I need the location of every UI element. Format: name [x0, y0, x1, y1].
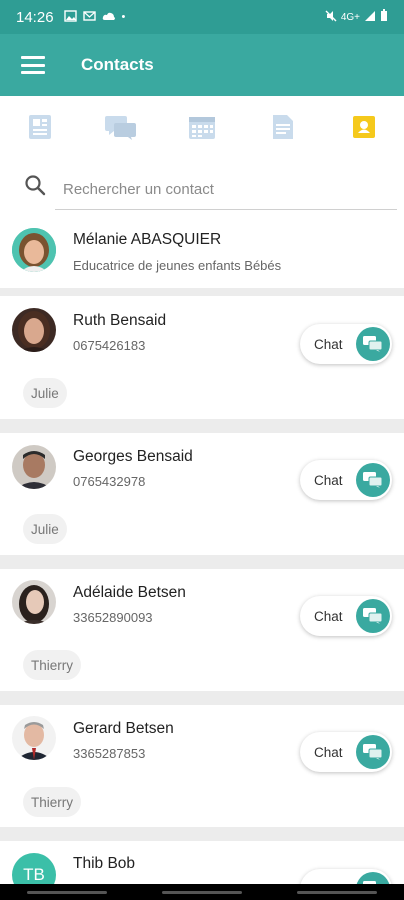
chat-bubble-icon — [356, 327, 390, 361]
battery-icon — [380, 9, 388, 25]
status-time: 14:26 — [16, 8, 54, 26]
contact-card[interactable]: Adélaide Betsen 33652890093 Chat Thierry — [0, 569, 404, 691]
avatar — [12, 580, 56, 624]
chat-button-label: Chat — [314, 472, 343, 488]
contacts-icon[interactable] — [344, 109, 384, 145]
cloud-icon — [102, 10, 116, 25]
section-nav — [0, 96, 404, 158]
document-icon[interactable] — [263, 109, 303, 145]
contact-name: Adélaide Betsen — [73, 584, 186, 601]
tag-badge: Julie — [23, 378, 67, 408]
contact-name: Thib Bob — [73, 855, 136, 872]
nav-back[interactable] — [296, 890, 377, 894]
search-bar — [0, 158, 404, 214]
avatar — [12, 445, 56, 489]
contact-name: Georges Bensaid — [73, 448, 193, 465]
chat-button-label: Chat — [314, 336, 343, 352]
contact-card[interactable]: Georges Bensaid 0765432978 Chat Julie — [0, 433, 404, 555]
chat-button[interactable] — [300, 869, 392, 884]
network-type-label: 4G+ — [340, 11, 360, 23]
search-icon — [24, 174, 46, 201]
contact-card[interactable]: TB Thib Bob — [0, 841, 404, 884]
contact-card[interactable]: Mélanie ABASQUIER Educatrice de jeunes e… — [0, 214, 404, 288]
nav-recents[interactable] — [27, 890, 108, 894]
contact-name: Mélanie ABASQUIER — [73, 231, 222, 248]
dashboard-icon[interactable] — [20, 109, 60, 145]
contact-phone: 3365287853 — [73, 746, 146, 761]
chat-bubble-icon — [356, 735, 390, 769]
contact-phone: 33652890093 — [73, 610, 153, 625]
avatar — [12, 228, 56, 272]
contact-name: Ruth Bensaid — [73, 312, 167, 329]
avatar — [12, 308, 56, 352]
chat-bubble-icon — [356, 463, 390, 497]
avatar: TB — [12, 853, 56, 884]
contact-card[interactable]: Ruth Bensaid 0675426183 Chat Julie — [0, 296, 404, 419]
chat-button[interactable]: Chat — [300, 732, 392, 772]
nav-home[interactable] — [161, 890, 242, 894]
tag-badge: Thierry — [23, 787, 82, 817]
system-nav-bar — [0, 884, 404, 900]
calendar-icon[interactable] — [182, 109, 222, 145]
chat-button-label: Chat — [314, 744, 343, 760]
messages-icon[interactable] — [101, 109, 141, 145]
chat-bubble-icon — [356, 599, 390, 633]
mute-icon — [325, 10, 337, 25]
signal-icon — [364, 10, 376, 25]
search-input[interactable] — [55, 170, 397, 210]
chat-button[interactable]: Chat — [300, 460, 392, 500]
chat-button[interactable]: Chat — [300, 596, 392, 636]
hamburger-menu-icon[interactable] — [21, 56, 45, 74]
status-bar: 14:26 • 4G+ — [0, 0, 404, 34]
contact-phone: 0765432978 — [73, 474, 146, 489]
chat-button[interactable]: Chat — [300, 324, 392, 364]
contact-phone: 0675426183 — [73, 338, 146, 353]
tag-badge: Julie — [23, 514, 67, 544]
dot-icon: • — [121, 11, 126, 23]
contact-card[interactable]: Gerard Betsen 3365287853 Chat Thierry — [0, 705, 404, 827]
app-bar: Contacts — [0, 34, 404, 96]
page-title: Contacts — [81, 55, 154, 74]
contact-role: Educatrice de jeunes enfants Bébés — [73, 258, 282, 273]
contact-name: Gerard Betsen — [73, 720, 174, 737]
chat-bubble-icon — [356, 872, 390, 884]
gallery-icon — [63, 9, 77, 25]
chat-button-label: Chat — [314, 608, 343, 624]
mail-icon — [82, 10, 96, 25]
avatar — [12, 716, 56, 760]
tag-badge: Thierry — [23, 650, 82, 680]
